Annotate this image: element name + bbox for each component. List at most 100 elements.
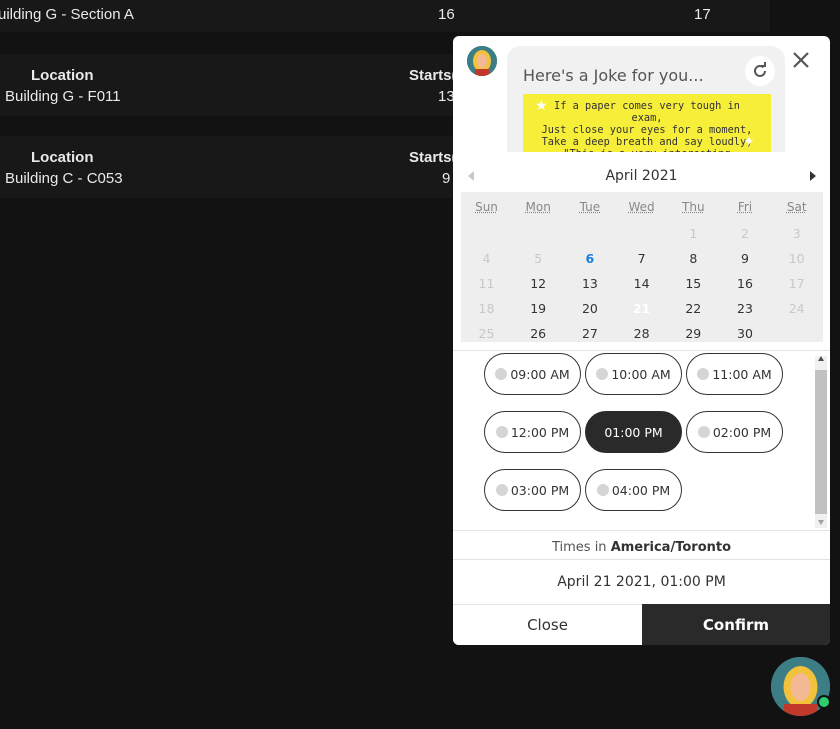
calendar-day: 25 bbox=[478, 326, 495, 341]
close-widget-button[interactable] bbox=[789, 48, 813, 72]
location-header: Location bbox=[31, 149, 94, 166]
calendar-day[interactable]: 9 bbox=[720, 247, 771, 271]
calendar-day[interactable]: 16 bbox=[720, 272, 771, 296]
starts-header: Starts( bbox=[409, 149, 457, 166]
weekday-label: Thu bbox=[682, 200, 705, 214]
time-slot-label: 03:00 PM bbox=[510, 482, 570, 498]
time-slot-label: 11:00 AM bbox=[712, 366, 772, 382]
divider bbox=[453, 530, 830, 531]
calendar-grid: Sun Mon Tue Wed Thu Fri Sat 1 2 3 4 5 6 7 8 9 10 11 12 13 14… bbox=[461, 192, 823, 342]
calendar-day[interactable]: 15 bbox=[668, 272, 719, 296]
time-slot-label: 12:00 PM bbox=[510, 424, 570, 440]
weekday-label: Fri bbox=[737, 200, 753, 214]
calendar-day: 10 bbox=[788, 251, 805, 266]
calendar-day: 18 bbox=[478, 301, 495, 316]
calendar-day[interactable]: 26 bbox=[513, 322, 564, 346]
selected-datetime: April 21 2021, 01:00 PM bbox=[557, 574, 726, 590]
bot-avatar bbox=[467, 46, 497, 76]
time-slot-label: 04:00 PM bbox=[611, 482, 671, 498]
time-slot-button[interactable]: 02:00 PM bbox=[686, 411, 783, 453]
timezone-prefix: Times in bbox=[551, 540, 607, 555]
refresh-icon bbox=[754, 62, 766, 77]
joke-line: If a paper comes very tough in bbox=[554, 100, 740, 112]
refresh-button[interactable] bbox=[745, 56, 775, 86]
joke-line: Take a deep breath and say loudly, bbox=[541, 136, 753, 148]
calendar-day: 24 bbox=[788, 301, 805, 316]
calendar-month-title: April 2021 bbox=[605, 168, 678, 184]
calendar-day bbox=[513, 222, 564, 246]
calendar-day: 4 bbox=[482, 251, 491, 266]
calendar-day bbox=[616, 222, 667, 246]
time-slot-button[interactable]: 12:00 PM bbox=[484, 411, 581, 453]
calendar-day[interactable]: 22 bbox=[668, 297, 719, 321]
scroll-down-arrow-icon[interactable] bbox=[818, 520, 824, 525]
calendar-day[interactable]: 19 bbox=[513, 297, 564, 321]
time-slot-button[interactable]: 11:00 AM bbox=[686, 353, 783, 395]
confirm-button[interactable]: Confirm bbox=[642, 604, 830, 645]
calendar-day[interactable]: 6 bbox=[564, 247, 615, 271]
star-decoration: ★ bbox=[535, 98, 548, 114]
calendar-day[interactable]: 29 bbox=[668, 322, 719, 346]
close-icon bbox=[793, 52, 809, 68]
row3-start: 9 bbox=[442, 170, 451, 187]
scroll-up-arrow-icon[interactable] bbox=[818, 356, 824, 361]
time-slot-button[interactable]: 10:00 AM bbox=[585, 353, 682, 395]
row1-location: uilding G - Section A bbox=[0, 6, 134, 23]
calendar-day[interactable]: 20 bbox=[564, 297, 615, 321]
calendar-day[interactable]: 13 bbox=[564, 272, 615, 296]
time-slot-button[interactable]: 03:00 PM bbox=[484, 469, 581, 511]
calendar-day bbox=[461, 222, 512, 246]
online-status-dot bbox=[817, 695, 831, 709]
calendar-day bbox=[564, 222, 615, 246]
starts-header: Starts( bbox=[409, 67, 457, 84]
weekday-label: Sun bbox=[475, 200, 498, 214]
time-slot-label: 09:00 AM bbox=[510, 366, 570, 382]
calendar-day[interactable]: 23 bbox=[720, 297, 771, 321]
star-decoration: ✦ bbox=[743, 134, 755, 150]
calendar-day: 17 bbox=[788, 276, 805, 291]
calendar-day: 3 bbox=[792, 226, 801, 241]
time-slot-list: 09:00 AM 10:00 AM 11:00 AM 12:00 PM 01:00 PM… bbox=[453, 350, 830, 530]
calendar-day[interactable]: 21 bbox=[616, 297, 668, 321]
calendar-day: 11 bbox=[478, 276, 495, 291]
calendar-day: 2 bbox=[741, 226, 749, 241]
row1-start: 16 bbox=[438, 6, 455, 23]
calendar-day[interactable]: 30 bbox=[720, 322, 771, 346]
calendar-day: 5 bbox=[534, 251, 543, 266]
next-month-button[interactable] bbox=[810, 171, 816, 181]
calendar-day bbox=[771, 322, 822, 346]
time-slot-button[interactable]: 09:00 AM bbox=[484, 353, 581, 395]
time-slot-label: 02:00 PM bbox=[712, 424, 772, 440]
calendar-day[interactable]: 12 bbox=[513, 272, 564, 296]
calendar-day[interactable]: 14 bbox=[616, 272, 667, 296]
location-header: Location bbox=[31, 67, 94, 84]
time-slot-label: 01:00 PM bbox=[604, 424, 663, 440]
row1-end: 17 bbox=[694, 6, 711, 23]
joke-line: Just close your eyes for a moment, bbox=[541, 124, 753, 136]
joke-title: Here's a Joke for you... bbox=[523, 66, 704, 85]
calendar-day[interactable]: 8 bbox=[668, 247, 719, 271]
weekday-label: Wed bbox=[628, 200, 655, 214]
timezone-name: America/Toronto bbox=[610, 540, 732, 555]
joke-line: exam, bbox=[631, 112, 663, 124]
timezone-info: Times in America/Toronto bbox=[453, 540, 830, 555]
divider bbox=[453, 559, 830, 560]
scrollbar-thumb[interactable] bbox=[815, 370, 827, 514]
time-slot-button[interactable]: 01:00 PM bbox=[585, 411, 682, 453]
time-slot-label: 10:00 AM bbox=[611, 366, 671, 382]
calendar-day[interactable]: 7 bbox=[616, 247, 667, 271]
row2-location: Building G - F011 bbox=[5, 88, 121, 105]
calendar-day: 1 bbox=[689, 226, 698, 241]
weekday-label: Tue bbox=[579, 200, 601, 214]
weekday-label: Sat bbox=[786, 200, 807, 214]
radio-dot-icon bbox=[697, 368, 710, 380]
radio-dot-icon bbox=[495, 368, 508, 380]
radio-dot-icon bbox=[596, 484, 609, 496]
calendar-day[interactable]: 27 bbox=[564, 322, 615, 346]
calendar-day[interactable]: 28 bbox=[616, 322, 667, 346]
radio-dot-icon bbox=[596, 368, 609, 380]
close-button[interactable]: Close bbox=[453, 604, 642, 645]
time-slot-button[interactable]: 04:00 PM bbox=[585, 469, 682, 511]
chat-widget: Here's a Joke for you... ★ ✦ If a paper … bbox=[453, 36, 830, 645]
row3-location: Building C - C053 bbox=[5, 170, 123, 187]
